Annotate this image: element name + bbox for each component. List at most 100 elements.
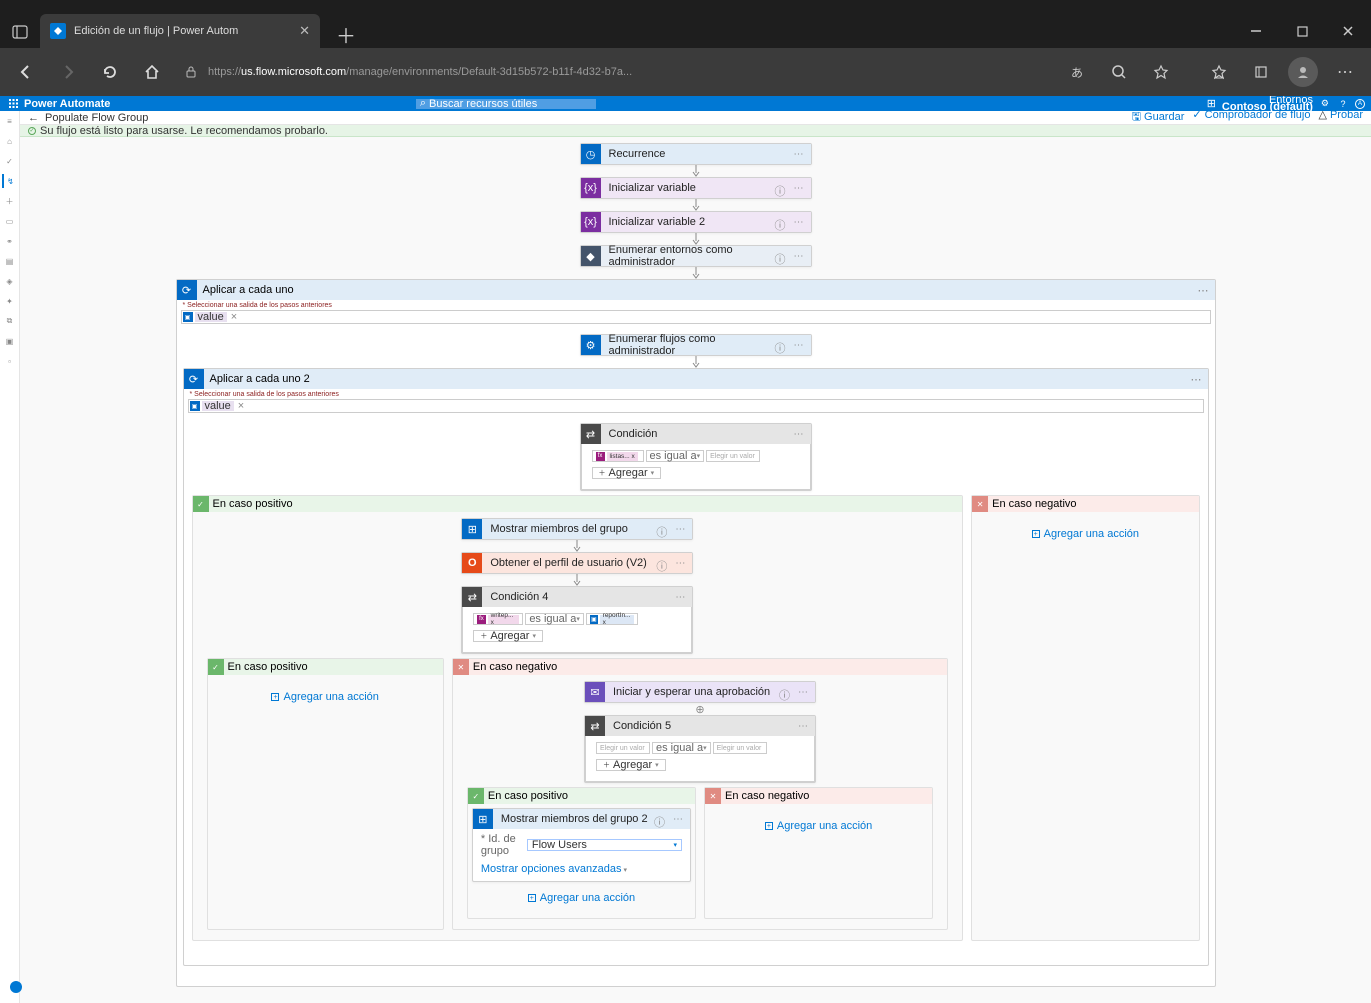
- window-maximize[interactable]: [1279, 14, 1325, 48]
- foreach-1-header[interactable]: ⟳ Aplicar a cada uno ⋯: [177, 280, 1215, 300]
- translate-icon[interactable]: あ: [1059, 54, 1095, 90]
- card-menu[interactable]: ⋯: [672, 592, 688, 603]
- account-icon[interactable]: A: [1355, 99, 1365, 109]
- banner-text: Su flujo está listo para usarse. Le reco…: [40, 125, 328, 137]
- card-menu[interactable]: ⋯: [791, 183, 807, 194]
- show-advanced[interactable]: Mostrar opciones avanzadas ▾: [473, 861, 690, 881]
- init-var2-card[interactable]: {x}Inicializar variable 2ⓘ⋯: [581, 212, 811, 232]
- list-env-card[interactable]: ◆Enumerar entornos como administradorⓘ⋯: [581, 246, 811, 266]
- rail-templates-icon[interactable]: ▭: [3, 214, 17, 228]
- rail-data-icon[interactable]: ▤: [3, 254, 17, 268]
- condition-header[interactable]: ⇄Condición⋯: [581, 424, 811, 444]
- rail-monitor-icon[interactable]: ◈: [3, 274, 17, 288]
- token-remove[interactable]: ×: [229, 311, 239, 323]
- card-menu[interactable]: ⋯: [791, 429, 807, 440]
- add-condition[interactable]: ＋ Agregar ▾: [473, 630, 543, 642]
- test-button[interactable]: △ Probar: [1318, 108, 1363, 127]
- waffle-icon[interactable]: [6, 96, 20, 111]
- add-action[interactable]: +Agregar una acción: [1032, 518, 1139, 550]
- add-action[interactable]: +Agregar una acción: [271, 681, 378, 713]
- cond5-negative-header[interactable]: ✕En caso negativo: [705, 788, 932, 804]
- token-remove[interactable]: ×: [236, 400, 246, 412]
- tab-close-icon[interactable]: ✕: [299, 23, 310, 39]
- back-button[interactable]: ←: [28, 112, 39, 124]
- card-menu[interactable]: ⋯: [672, 558, 688, 569]
- foreach-2-input[interactable]: ▣value×: [188, 399, 1204, 413]
- cond4-operator[interactable]: es igual a▾: [525, 613, 584, 625]
- foreach-1-input[interactable]: ▣value×: [181, 310, 1211, 324]
- more-menu[interactable]: ⋯: [1327, 54, 1363, 90]
- window-minimize[interactable]: [1233, 14, 1279, 48]
- cond5-left[interactable]: Elegir un valor: [596, 742, 650, 754]
- profile-avatar[interactable]: [1285, 54, 1321, 90]
- rail-menu-icon[interactable]: ≡: [3, 114, 17, 128]
- rail-learn-icon[interactable]: ▫: [3, 354, 17, 368]
- card-menu[interactable]: ⋯: [795, 721, 811, 732]
- cond5-right[interactable]: Elegir un valor: [713, 742, 767, 754]
- cond-right[interactable]: Elegir un valor: [706, 450, 760, 462]
- cond4-negative-header[interactable]: ✕En caso negativo: [453, 659, 947, 675]
- rail-ai-icon[interactable]: ✦: [3, 294, 17, 308]
- cond-operator[interactable]: es igual a▾: [646, 450, 705, 462]
- foreach-2-header[interactable]: ⟳ Aplicar a cada uno 2 ⋯: [184, 369, 1208, 389]
- rail-solutions-icon[interactable]: ▣: [3, 334, 17, 348]
- nav-forward: [50, 54, 86, 90]
- card-menu[interactable]: ⋯: [1198, 284, 1209, 297]
- flow-checker-button[interactable]: ✓ Comprobador de flujo: [1192, 108, 1310, 127]
- add-action[interactable]: +Agregar una acción: [765, 810, 872, 842]
- pa-search[interactable]: ⌕ Buscar recursos útiles: [416, 99, 596, 109]
- approval-card[interactable]: ✉Iniciar y esperar una aprobaciónⓘ⋯: [585, 682, 815, 702]
- cond-left[interactable]: fxlistas... x: [592, 450, 644, 462]
- address-bar[interactable]: https://us.flow.microsoft.com/manage/env…: [176, 65, 1053, 79]
- window-close[interactable]: [1325, 14, 1371, 48]
- group-members2-header[interactable]: ⊞Mostrar miembros del grupo 2ⓘ⋯: [473, 809, 690, 829]
- o365-profile-card[interactable]: OObtener el perfil de usuario (V2)ⓘ⋯: [462, 553, 692, 573]
- card-menu[interactable]: ⋯: [1191, 373, 1202, 386]
- new-tab-button[interactable]: ＋: [332, 20, 360, 48]
- cond4-positive-header[interactable]: ✓En caso positivo: [208, 659, 443, 675]
- cond5-positive-header[interactable]: ✓En caso positivo: [468, 788, 695, 804]
- list-flows-card[interactable]: ⚙Enumerar flujos como administradorⓘ⋯: [581, 335, 811, 355]
- card-menu[interactable]: ⋯: [670, 814, 686, 825]
- add-action[interactable]: +Agregar una acción: [528, 882, 635, 914]
- card-menu[interactable]: ⋯: [672, 524, 688, 535]
- branch-positive-header[interactable]: ✓En caso positivo: [193, 496, 963, 512]
- pa-brand[interactable]: Power Automate: [24, 98, 110, 110]
- variable-icon: {x}: [581, 178, 601, 198]
- favorites-hub-icon[interactable]: [1201, 54, 1237, 90]
- rail-home-icon[interactable]: ⌂: [3, 134, 17, 148]
- card-menu[interactable]: ⋯: [795, 687, 811, 698]
- rail-flows-icon[interactable]: ↯: [2, 174, 16, 188]
- init-var-card[interactable]: {x}Inicializar variableⓘ⋯: [581, 178, 811, 198]
- card-menu[interactable]: ⋯: [791, 340, 807, 351]
- help-bubble[interactable]: [10, 981, 22, 993]
- card-menu[interactable]: ⋯: [791, 251, 807, 262]
- browser-tab[interactable]: Edición de un flujo | Power Autom ✕: [40, 14, 320, 48]
- save-button[interactable]: 🖫 Guardar: [1132, 108, 1185, 127]
- card-menu[interactable]: ⋯: [791, 149, 807, 160]
- cond4-left[interactable]: fxwritep... x: [473, 613, 523, 625]
- flow-canvas[interactable]: ◷Recurrence⋯ {x}Inicializar variableⓘ⋯ {…: [20, 137, 1371, 1003]
- rail-create-icon[interactable]: ＋: [3, 194, 17, 208]
- rail-process-icon[interactable]: ⧉: [3, 314, 17, 328]
- condition4-header[interactable]: ⇄Condición 4⋯: [462, 587, 692, 607]
- recurrence-card[interactable]: ◷Recurrence⋯: [581, 144, 811, 164]
- rail-approvals-icon[interactable]: ✓: [3, 154, 17, 168]
- nav-home[interactable]: [134, 54, 170, 90]
- collections-icon[interactable]: [1243, 54, 1279, 90]
- tabs-sidebar-icon[interactable]: [0, 16, 40, 48]
- cond5-operator[interactable]: es igual a▾: [652, 742, 711, 754]
- zoom-icon[interactable]: [1101, 54, 1137, 90]
- nav-back[interactable]: [8, 54, 44, 90]
- add-condition[interactable]: ＋ Agregar ▾: [592, 467, 662, 479]
- favorite-icon[interactable]: [1143, 54, 1179, 90]
- cond4-right[interactable]: ▣reportIn... x: [586, 613, 638, 625]
- card-menu[interactable]: ⋯: [791, 217, 807, 228]
- branch-negative-header[interactable]: ✕En caso negativo: [972, 496, 1198, 512]
- condition5-header[interactable]: ⇄Condición 5⋯: [585, 716, 815, 736]
- group-members-card[interactable]: ⊞Mostrar miembros del grupoⓘ⋯: [462, 519, 692, 539]
- add-condition[interactable]: ＋ Agregar ▾: [596, 759, 666, 771]
- gm2-combo[interactable]: Flow Users▾: [527, 839, 682, 851]
- nav-refresh[interactable]: [92, 54, 128, 90]
- rail-connectors-icon[interactable]: ⚭: [3, 234, 17, 248]
